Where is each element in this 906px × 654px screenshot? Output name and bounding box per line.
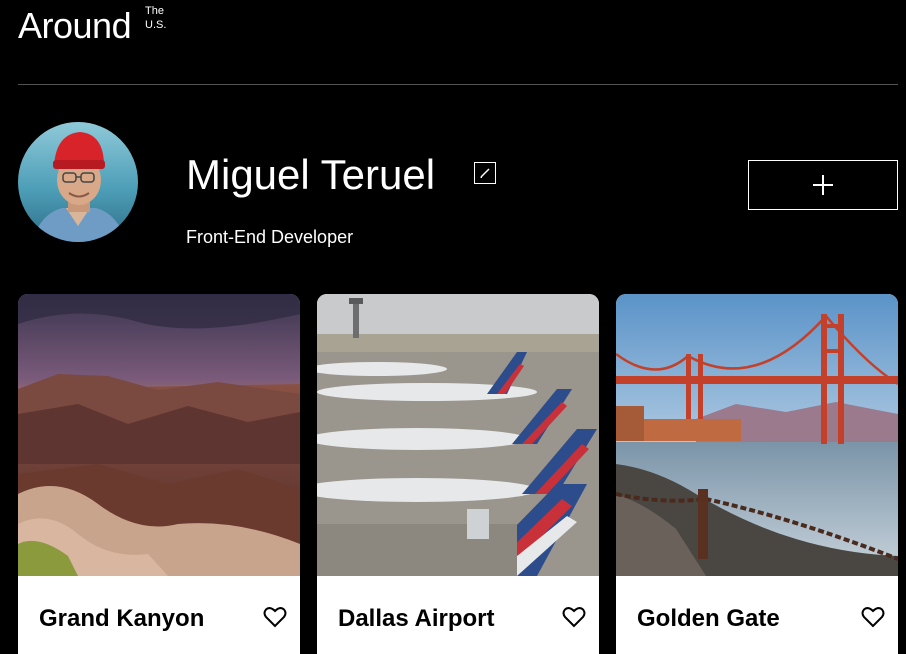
airport-planes-photo: [317, 294, 599, 576]
card-title: Golden Gate: [637, 605, 780, 632]
logo: Around The U.S.: [18, 4, 166, 48]
card-image[interactable]: [616, 294, 898, 576]
card-title: Grand Kanyon: [39, 605, 205, 632]
heart-icon: [861, 607, 885, 628]
card-image[interactable]: [317, 294, 599, 576]
profile-name: Miguel Teruel: [186, 151, 436, 198]
profile-avatar[interactable]: [18, 122, 138, 242]
heart-icon: [562, 607, 586, 628]
heart-icon: [263, 607, 287, 628]
place-card: Grand Kanyon: [18, 294, 300, 654]
like-button[interactable]: [562, 606, 586, 628]
card-title: Dallas Airport: [338, 605, 495, 632]
page: Around The U.S. Miguel Teruel Front-End …: [0, 0, 906, 654]
canyon-sunset-photo: [18, 294, 300, 576]
avatar-photo: [18, 122, 138, 242]
header-divider: [18, 84, 898, 85]
place-card: Golden Gate: [616, 294, 898, 654]
like-button[interactable]: [263, 606, 287, 628]
logo-superscript: The U.S.: [145, 5, 167, 31]
edit-profile-button[interactable]: [474, 162, 496, 184]
logo-text: Around: [18, 5, 132, 46]
profile-job: Front-End Developer: [186, 227, 354, 247]
card-image[interactable]: [18, 294, 300, 576]
pencil-icon: [480, 168, 490, 178]
like-button[interactable]: [861, 606, 885, 628]
golden-gate-bridge-photo: [616, 294, 898, 576]
add-place-button[interactable]: [748, 160, 898, 210]
plus-icon: [813, 175, 833, 195]
place-card: Dallas Airport: [317, 294, 599, 654]
